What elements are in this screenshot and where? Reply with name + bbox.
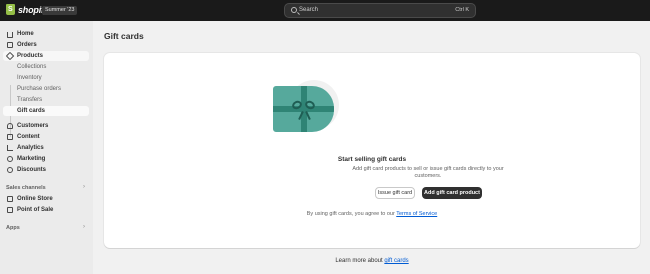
discount-icon (7, 167, 13, 173)
sidebar-item-label: Customers (17, 123, 49, 129)
sidebar-item-label: Collections (17, 64, 47, 70)
sales-channels-label: Sales channels (6, 185, 46, 191)
target-icon (7, 156, 13, 162)
sidebar-item-analytics[interactable]: Analytics (3, 143, 89, 153)
sidebar: Home Orders Products Collections Invento… (0, 21, 93, 274)
sidebar-item-label: Marketing (17, 156, 46, 162)
sidebar-item-collections[interactable]: Collections (3, 62, 89, 72)
store-icon (7, 196, 13, 202)
sidebar-item-label: Analytics (17, 145, 44, 151)
gift-card-icon (273, 86, 334, 132)
person-icon (7, 123, 13, 129)
sidebar-item-online-store[interactable]: Online Store (3, 194, 89, 204)
sidebar-item-products[interactable]: Products (3, 51, 89, 61)
sidebar-item-gift-cards[interactable]: Gift cards (3, 106, 89, 116)
sidebar-item-label: Products (17, 53, 44, 59)
sidebar-item-home[interactable]: Home (3, 29, 89, 39)
learn-more: Learn more about gift cards (104, 258, 640, 264)
sidebar-item-label: Purchase orders (17, 86, 62, 92)
sidebar-item-customers[interactable]: Customers (3, 121, 89, 131)
chevron-right-icon[interactable]: › (83, 224, 85, 230)
learn-more-prefix: Learn more about (335, 258, 385, 264)
sidebar-item-label: Point of Sale (17, 207, 54, 213)
empty-state-heading: Start selling gift cards (337, 156, 407, 163)
sidebar-item-discounts[interactable]: Discounts (3, 165, 89, 175)
sidebar-item-purchase-orders[interactable]: Purchase orders (3, 84, 89, 94)
sidebar-item-transfers[interactable]: Transfers (3, 95, 89, 105)
search-bar[interactable]: Search Ctrl K (284, 3, 476, 18)
terms-prefix: By using gift cards, you agree to our (306, 211, 397, 217)
shopify-bag-icon (6, 4, 15, 15)
analytics-icon (7, 145, 13, 151)
terms-of-service-link[interactable]: Terms of Service (396, 211, 437, 217)
sidebar-item-label: Home (17, 31, 34, 37)
content-icon (7, 134, 13, 140)
home-icon (7, 32, 13, 38)
empty-state-card (104, 53, 640, 248)
add-gift-card-product-button[interactable]: Add gift card product (422, 187, 482, 199)
pos-icon (7, 207, 13, 213)
top-bar: shopify Summer '23 Search Ctrl K (0, 0, 650, 21)
gift-cards-help-link[interactable]: gift cards (384, 258, 408, 264)
sidebar-item-label: Discounts (17, 167, 47, 173)
page-title: Gift cards (104, 31, 144, 41)
sidebar-item-label: Online Store (17, 196, 53, 202)
sidebar-item-point-of-sale[interactable]: Point of Sale (3, 205, 89, 215)
orders-icon (7, 42, 13, 48)
edition-badge[interactable]: Summer '23 (42, 6, 78, 15)
gift-card-illustration (273, 80, 351, 152)
sidebar-item-label: Content (17, 134, 40, 140)
empty-state-description: Add gift card products to sell or issue … (352, 166, 504, 179)
search-shortcut: Ctrl K (455, 7, 469, 13)
search-placeholder: Search (299, 7, 319, 13)
sidebar-item-inventory[interactable]: Inventory (3, 73, 89, 83)
sidebar-item-marketing[interactable]: Marketing (3, 154, 89, 164)
sidebar-item-orders[interactable]: Orders (3, 40, 89, 50)
search-icon (291, 7, 297, 13)
apps-label: Apps (6, 225, 20, 231)
chevron-right-icon[interactable]: › (83, 184, 85, 190)
sidebar-item-content[interactable]: Content (3, 132, 89, 142)
issue-gift-card-button[interactable]: Issue gift card (375, 187, 415, 199)
sidebar-item-label: Transfers (17, 97, 43, 103)
sidebar-item-label: Orders (17, 42, 37, 48)
terms-notice: By using gift cards, you agree to our Te… (104, 211, 640, 217)
tag-icon (5, 51, 15, 61)
sidebar-item-label: Inventory (17, 75, 42, 81)
sidebar-item-label: Gift cards (17, 108, 46, 114)
